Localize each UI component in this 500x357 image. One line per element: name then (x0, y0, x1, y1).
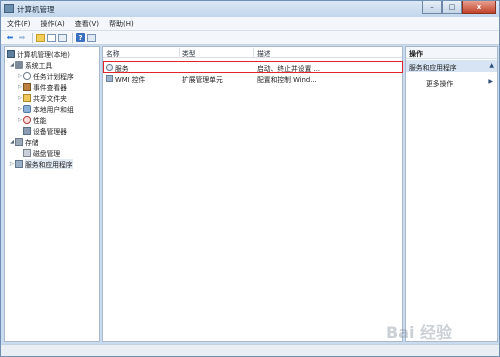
wmi-icon (106, 75, 113, 82)
tree-item-label: 共享文件夹 (33, 94, 67, 103)
menu-view[interactable]: 查看(V) (75, 19, 99, 29)
tree-item-label: 磁盘管理 (33, 149, 61, 158)
services-apps-icon (15, 159, 23, 168)
column-separator[interactable] (253, 48, 254, 57)
details-pane: 名称 类型 描述 服务 启动、终止并设置 ... WMI 控件 扩展管理单元 配… (102, 46, 403, 342)
maximize-button[interactable]: □ (442, 1, 462, 14)
actions-pane: 操作 服务和应用程序 ▲ 更多操作 ▶ (405, 46, 498, 342)
highlight-annotation (103, 61, 403, 73)
column-type[interactable]: 类型 (182, 48, 196, 58)
column-name[interactable]: 名称 (106, 48, 120, 58)
tree-item-device-manager[interactable]: 设备管理器 (17, 125, 67, 136)
storage-icon (15, 137, 23, 146)
help-icon[interactable]: ? (76, 33, 85, 42)
row-name: WMI 控件 (115, 76, 146, 84)
column-description[interactable]: 描述 (257, 48, 271, 58)
title-bar[interactable]: 计算机管理 – □ x (1, 1, 499, 17)
event-log-icon (23, 82, 31, 91)
close-button[interactable]: x (462, 1, 496, 14)
tree-item-services-applications[interactable]: ▷ 服务和应用程序 (9, 158, 73, 169)
properties-icon[interactable] (58, 33, 67, 42)
tree-item-label: 性能 (33, 116, 47, 125)
tree-item-label: 存储 (25, 138, 39, 147)
folder-icon (23, 93, 31, 102)
device-manager-icon (23, 126, 31, 135)
status-bar (1, 344, 499, 356)
console-tree: 计算机管理(本地) ◢ 系统工具 ▷ 任务计划程序 ▷ 事件查看器 ▷ 共享文件… (4, 46, 100, 342)
list-row-wmi[interactable]: WMI 控件 扩展管理单元 配置和控制 Wind... (103, 73, 402, 84)
users-icon (23, 104, 31, 113)
tree-item-label: 计算机管理(本地) (17, 50, 70, 59)
tree-item-event-viewer[interactable]: ▷ 事件查看器 (17, 81, 67, 92)
actions-section-header[interactable]: 服务和应用程序 ▲ (406, 60, 497, 72)
toolbar-separator (72, 32, 73, 43)
computer-icon (7, 49, 15, 58)
tree-item-label: 系统工具 (25, 61, 53, 70)
back-arrow-icon[interactable]: ⬅ (5, 33, 15, 43)
toolbar: ⬅ ➡ ? (1, 31, 499, 45)
column-separator[interactable] (179, 48, 180, 57)
tree-item-disk-management[interactable]: 磁盘管理 (17, 147, 60, 158)
collapse-up-icon[interactable]: ▲ (489, 62, 494, 69)
toolbar-separator (32, 32, 33, 43)
show-action-pane-icon[interactable] (87, 33, 96, 42)
tree-item-label: 本地用户和组 (33, 105, 74, 114)
tree-item-label: 服务和应用程序 (25, 158, 73, 169)
tree-item-root[interactable]: 计算机管理(本地) (7, 48, 70, 59)
tree-item-label: 设备管理器 (33, 127, 67, 136)
window-controls: – □ x (422, 1, 496, 14)
actions-title: 操作 (406, 47, 497, 59)
more-actions-item[interactable]: 更多操作 (426, 78, 453, 88)
menu-action[interactable]: 操作(A) (41, 19, 65, 29)
tree-item-shared-folders[interactable]: ▷ 共享文件夹 (17, 92, 67, 103)
menu-bar: 文件(F) 操作(A) 查看(V) 帮助(H) (1, 17, 499, 31)
tree-item-task-scheduler[interactable]: ▷ 任务计划程序 (17, 70, 74, 81)
tools-icon (15, 60, 23, 69)
tree-item-performance[interactable]: ▷ 性能 (17, 114, 47, 125)
up-folder-icon[interactable] (36, 33, 45, 42)
submenu-arrow-icon[interactable]: ▶ (488, 78, 493, 85)
performance-icon (23, 115, 31, 124)
tree-item-system-tools[interactable]: ◢ 系统工具 (9, 59, 52, 70)
computer-management-icon (4, 4, 14, 13)
disk-icon (23, 148, 31, 157)
computer-management-window: 计算机管理 – □ x 文件(F) 操作(A) 查看(V) 帮助(H) ⬅ ➡ … (0, 0, 500, 357)
show-tree-icon[interactable] (47, 33, 56, 42)
menu-file[interactable]: 文件(F) (7, 19, 31, 29)
list-header: 名称 类型 描述 (103, 47, 402, 58)
tree-item-storage[interactable]: ◢ 存储 (9, 136, 39, 147)
row-type: 扩展管理单元 (182, 76, 223, 84)
actions-section-label: 服务和应用程序 (409, 64, 457, 72)
clock-icon (23, 71, 31, 80)
menu-help[interactable]: 帮助(H) (109, 19, 134, 29)
row-description: 配置和控制 Wind... (257, 76, 317, 84)
forward-arrow-icon[interactable]: ➡ (17, 33, 27, 43)
minimize-button[interactable]: – (422, 1, 442, 14)
tree-item-label: 事件查看器 (33, 83, 67, 92)
tree-item-local-users[interactable]: ▷ 本地用户和组 (17, 103, 74, 114)
window-title: 计算机管理 (17, 5, 55, 14)
watermark: Bai 经验 (386, 323, 453, 342)
tree-item-label: 任务计划程序 (33, 72, 74, 81)
